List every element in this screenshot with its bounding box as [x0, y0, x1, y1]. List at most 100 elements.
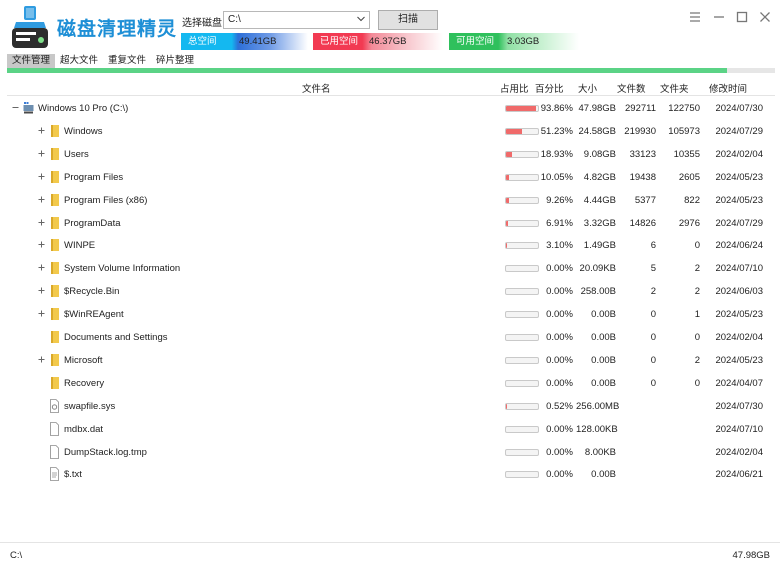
- table-row[interactable]: $.txt 0.00% 0.00B 2024/06/21: [7, 463, 775, 486]
- expand-icon[interactable]: [37, 126, 46, 135]
- modified-date: 2024/02/04: [715, 446, 763, 458]
- file-count: 14826: [629, 217, 656, 229]
- table-row[interactable]: ProgramData 6.91% 3.32GB 14826 2976 2024/07/2…: [7, 212, 775, 235]
- tab-defragment[interactable]: 碎片整理: [151, 54, 199, 68]
- folder-count: 122750: [668, 103, 700, 114]
- file-name: Windows: [64, 125, 103, 137]
- expand-icon[interactable]: [37, 240, 46, 249]
- file-name: Program Files: [64, 171, 124, 183]
- folder-icon: [51, 376, 59, 389]
- folder-icon: [51, 170, 59, 183]
- expand-icon[interactable]: [37, 218, 46, 227]
- file-name: Documents and Settings: [64, 332, 168, 343]
- column-usage[interactable]: 占用比: [500, 81, 529, 95]
- folder-icon: [51, 124, 59, 137]
- table-row[interactable]: swapfile.sys 0.52% 256.00MB 2024/07/30: [7, 395, 775, 418]
- table-row[interactable]: mdbx.dat 0.00% 128.00KB 2024/07/10: [7, 418, 775, 441]
- file-count: 219930: [624, 125, 656, 137]
- usage-percent: 3.10%: [546, 240, 573, 252]
- table-row[interactable]: Users 18.93% 9.08GB 33123 10355 2024/02/04: [7, 143, 775, 166]
- folder-count: 10355: [673, 148, 700, 160]
- text-file-icon: [50, 467, 59, 482]
- folder-count: 105973: [668, 125, 700, 137]
- table-row[interactable]: Recovery 0.00% 0.00B 0 0 2024/04/07: [7, 372, 775, 395]
- table-row[interactable]: Windows 10 Pro (C:\) 93.86% 47.98GB 292711 1…: [7, 97, 775, 120]
- table-row[interactable]: Documents and Settings 0.00% 0.00B 0 0 2024/0…: [7, 326, 775, 349]
- expand-icon[interactable]: [37, 309, 46, 318]
- menu-icon[interactable]: [688, 10, 702, 24]
- maximize-icon[interactable]: [735, 10, 749, 24]
- table-row[interactable]: DumpStack.log.tmp 0.00% 8.00KB 2024/02/04: [7, 441, 775, 464]
- file-size: 9.08GB: [583, 148, 616, 160]
- table-row[interactable]: $Recycle.Bin 0.00% 258.00B 2 2 2024/06/03: [7, 280, 775, 303]
- file-size: 1.49GB: [583, 240, 616, 252]
- scan-button[interactable]: 扫描: [378, 10, 438, 30]
- table-row[interactable]: Microsoft 0.00% 0.00B 0 2 2024/05/23: [7, 349, 775, 372]
- usage-bar: [505, 173, 539, 181]
- expand-icon[interactable]: [37, 172, 46, 181]
- usage-bar-fill: [506, 220, 509, 226]
- file-count: 19438: [629, 171, 656, 183]
- file-size: 0.00B: [591, 309, 616, 321]
- expand-icon[interactable]: [37, 149, 46, 158]
- minimize-icon[interactable]: [712, 10, 726, 24]
- column-files[interactable]: 文件数: [617, 81, 646, 95]
- usage-bar-fill: [506, 151, 513, 157]
- scan-progress-fill: [7, 68, 728, 73]
- usage-percent: 6.91%: [546, 217, 573, 229]
- folder-icon: [51, 331, 59, 343]
- file-name: Users: [64, 148, 89, 160]
- tab-duplicate-files[interactable]: 重复文件: [103, 54, 151, 68]
- file-name: $Recycle.Bin: [64, 286, 120, 298]
- drive-select[interactable]: C:\: [223, 11, 370, 29]
- expand-icon[interactable]: [37, 263, 46, 272]
- expand-icon[interactable]: [37, 286, 46, 295]
- tab-large-files[interactable]: 超大文件: [55, 54, 103, 68]
- used-space-value: 46.37GB: [369, 36, 407, 47]
- table-row[interactable]: WINPE 3.10% 1.49GB 6 0 2024/06/24: [7, 234, 775, 257]
- drive-select-value: C:\: [228, 14, 241, 25]
- total-space-stat: 总空间 49.41GB: [181, 33, 308, 50]
- usage-percent: 0.00%: [546, 332, 573, 343]
- folder-count: 0: [694, 332, 700, 343]
- modified-date: 2024/02/04: [715, 332, 763, 343]
- column-folders[interactable]: 文件夹: [660, 81, 689, 95]
- file-size: 128.00KB: [576, 423, 618, 435]
- folder-icon: [51, 239, 59, 252]
- file-count: 0: [650, 309, 656, 321]
- modified-date: 2024/05/23: [715, 309, 763, 321]
- modified-date: 2024/07/10: [715, 423, 763, 435]
- file-name: DumpStack.log.tmp: [64, 446, 147, 458]
- used-space-stat: 已用空间 46.37GB: [313, 33, 443, 50]
- header: 磁盘清理精灵 选择磁盘： C:\ 扫描 总空间 49.41GB 已用空间 46.…: [0, 0, 780, 54]
- file-count: 0: [650, 377, 656, 389]
- table-row[interactable]: Program Files (x86) 9.26% 4.44GB 5377 822 202…: [7, 189, 775, 212]
- column-modified[interactable]: 修改时间: [709, 81, 747, 95]
- file-count: 0: [650, 354, 656, 366]
- file-name: System Volume Information: [64, 263, 181, 275]
- expand-icon[interactable]: [37, 355, 46, 364]
- column-percent[interactable]: 百分比: [535, 81, 564, 95]
- table-row[interactable]: Program Files 10.05% 4.82GB 19438 2605 2024/0…: [7, 166, 775, 189]
- table-row[interactable]: System Volume Information 0.00% 20.09KB 5 2 2…: [7, 257, 775, 280]
- usage-percent: 18.93%: [540, 148, 573, 160]
- usage-percent: 0.00%: [546, 446, 573, 458]
- chevron-down-icon: [357, 16, 365, 22]
- usage-bar: [505, 402, 539, 410]
- file-size: 256.00MB: [576, 400, 620, 412]
- close-icon[interactable]: [758, 10, 772, 24]
- modified-date: 2024/06/21: [715, 469, 763, 481]
- folder-count: 2605: [678, 171, 700, 183]
- column-name[interactable]: 文件名: [302, 81, 331, 95]
- modified-date: 2024/07/10: [715, 263, 763, 275]
- usage-bar: [505, 288, 539, 296]
- tab-file-manager[interactable]: 文件管理: [7, 54, 56, 68]
- column-size[interactable]: 大小: [578, 81, 597, 95]
- table-row[interactable]: Windows 51.23% 24.58GB 219930 105973 2024/07/…: [7, 120, 775, 143]
- modified-date: 2024/07/29: [715, 125, 763, 137]
- table-row[interactable]: $WinREAgent 0.00% 0.00B 0 1 2024/05/23: [7, 303, 775, 326]
- expand-icon[interactable]: [37, 195, 46, 204]
- folder-count: 822: [684, 194, 700, 206]
- collapse-icon[interactable]: [11, 103, 20, 112]
- modified-date: 2024/07/29: [715, 217, 763, 229]
